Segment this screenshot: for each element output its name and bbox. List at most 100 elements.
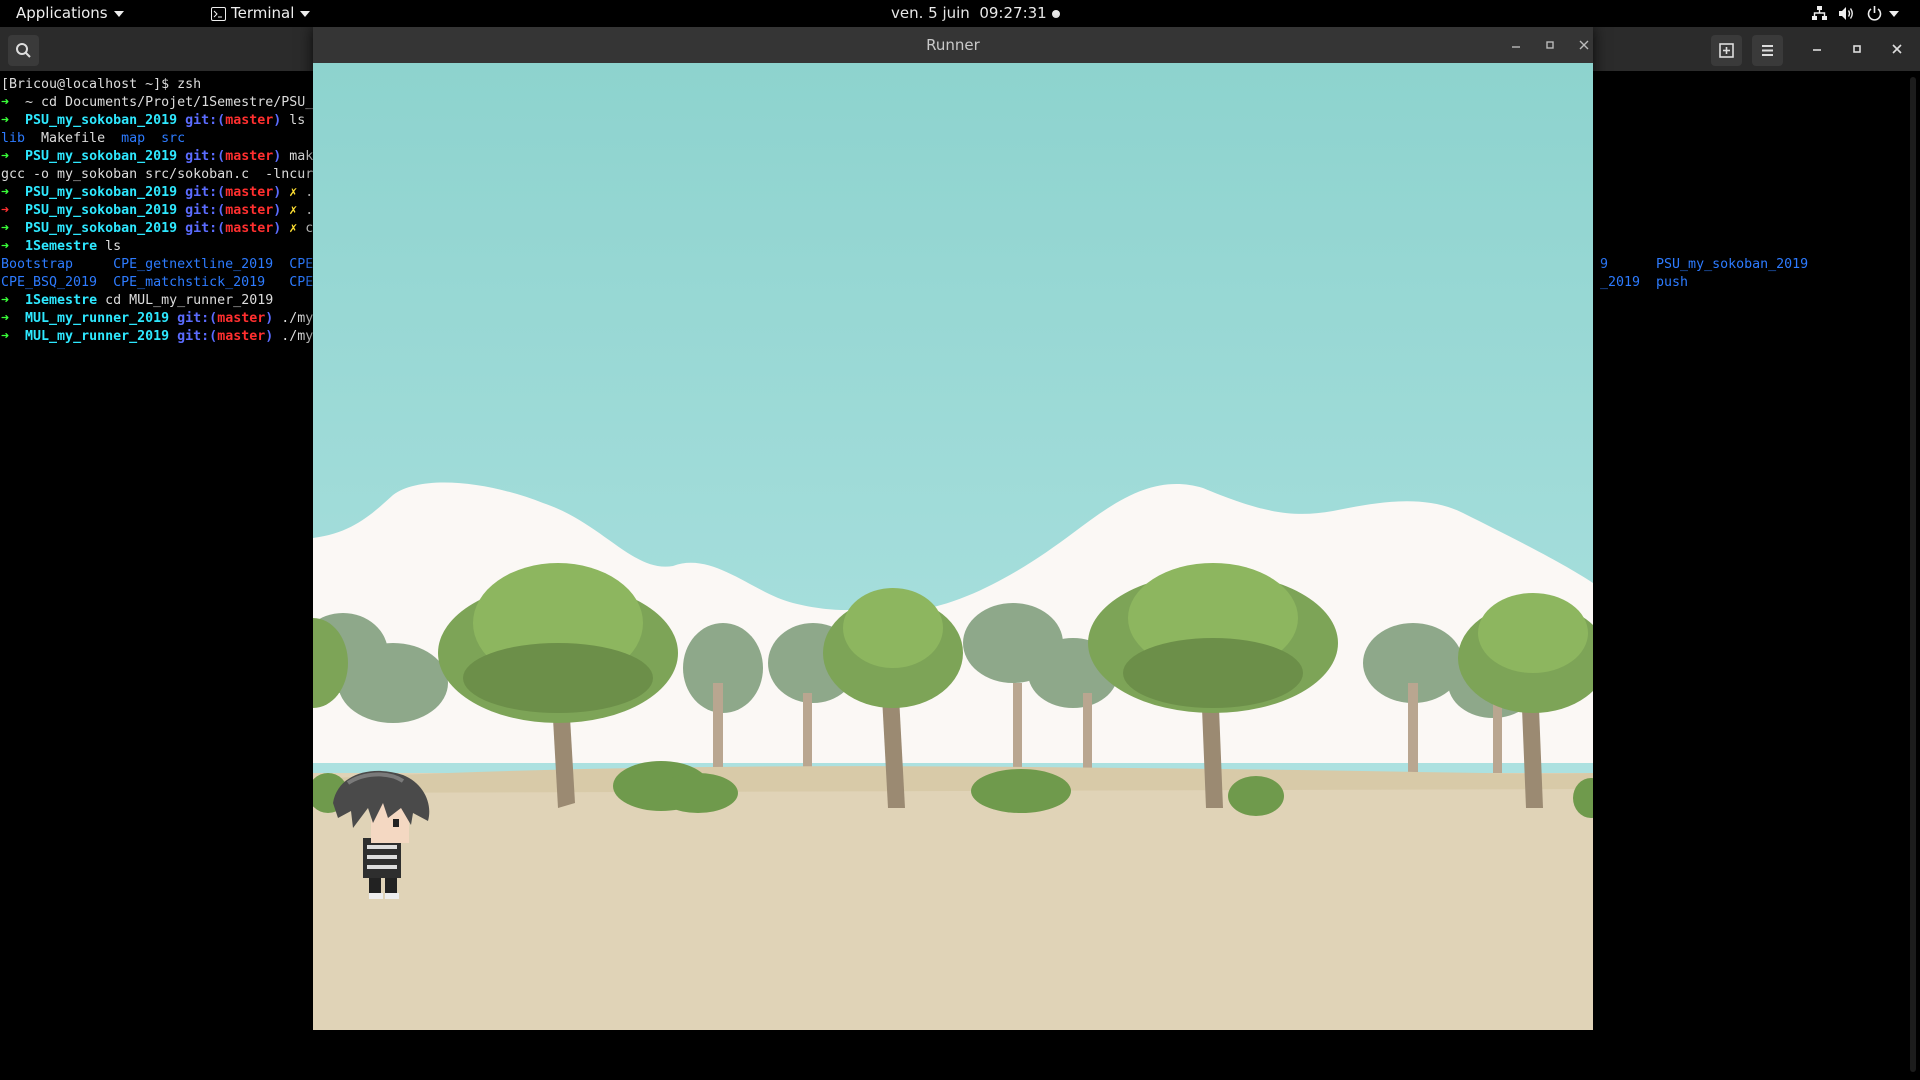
terminal-text-segment: master: [225, 185, 274, 200]
notification-dot-icon: [1051, 9, 1060, 18]
terminal-scrollbar[interactable]: [1910, 77, 1916, 1072]
volume-icon[interactable]: [1838, 5, 1855, 22]
terminal-line: Bootstrap CPE_getnextline_2019 CPE: [1, 256, 313, 274]
terminal-text-segment: CPE_BSQ_2019 CPE_matchstick_2019 CPE: [1, 275, 314, 290]
terminal-line: gcc -o my_sokoban src/sokoban.c -lncur: [1, 166, 313, 184]
terminal-text-segment: master: [217, 329, 266, 344]
network-icon[interactable]: [1811, 5, 1828, 22]
terminal-text-segment: ./my: [273, 329, 314, 344]
terminal-line: ➜ PSU_my_sokoban_2019 git:(master) ✗ .: [1, 202, 313, 220]
terminal-text-segment: PSU_my_sokoban_2019: [25, 149, 178, 164]
terminal-line: ➜ 1Semestre cd MUL_my_runner_2019: [1, 292, 273, 310]
terminal-text-segment: ➜: [1, 293, 26, 308]
terminal-text-segment: [Bricou@localhost ~]$ zsh: [1, 77, 202, 92]
terminal-text-segment: MUL_my_runner_2019: [25, 329, 170, 344]
terminal-text-segment: ➜: [1, 221, 26, 236]
chevron-down-icon: [113, 10, 124, 17]
hamburger-menu-button[interactable]: [1752, 35, 1783, 66]
search-button[interactable]: [8, 35, 39, 66]
terminal-text-segment: master: [225, 203, 274, 218]
clock[interactable]: ven. 5 juin 09:27:31: [891, 0, 1060, 27]
new-tab-button[interactable]: [1711, 35, 1742, 66]
terminal-text-segment: ~ cd Documents/Projet/1Semestre/PSU_: [25, 95, 314, 110]
terminal-line: ➜ MUL_my_runner_2019 git:(master) ./my: [1, 310, 313, 328]
maximize-icon: [1546, 41, 1554, 49]
terminal-text-segment: master: [225, 221, 274, 236]
terminal-maximize-button[interactable]: [1847, 39, 1867, 59]
terminal-text-segment: ➜: [1, 311, 26, 326]
terminal-close-button[interactable]: [1887, 39, 1907, 59]
runner-window-title: Runner: [926, 36, 980, 54]
terminal-text-segment: cd MUL_my_runner_2019: [97, 293, 274, 308]
terminal-text-segment: Makefile: [25, 131, 122, 146]
terminal-text-segment: git:(: [177, 113, 226, 128]
terminal-line: ➜ PSU_my_sokoban_2019 git:(master) ls: [1, 112, 305, 130]
applications-label: Applications: [16, 4, 108, 22]
terminal-line: lib Makefile map src: [1, 130, 185, 148]
terminal-text-segment: lib: [1, 131, 26, 146]
game-scene: [313, 63, 1593, 1030]
ground: [313, 773, 1593, 1030]
terminal-text-segment: map: [121, 131, 146, 146]
terminal-line: ➜ PSU_my_sokoban_2019 git:(master) mak: [1, 148, 313, 166]
hamburger-icon: [1762, 45, 1773, 56]
close-icon: [1579, 40, 1589, 50]
applications-menu[interactable]: Applications: [16, 0, 124, 27]
terminal-text-segment: ➜: [1, 239, 26, 254]
terminal-text-segment: ➜: [1, 185, 26, 200]
runner-close-button[interactable]: [1574, 35, 1594, 55]
clock-text: ven. 5 juin 09:27:31: [891, 4, 1047, 22]
minimize-icon: [1512, 46, 1520, 48]
terminal-text-segment: PSU_my_sokoban_2019: [25, 185, 178, 200]
terminal-text-segment: ➜: [1, 203, 26, 218]
terminal-label: Terminal: [231, 4, 295, 22]
runner-maximize-button[interactable]: [1540, 35, 1560, 55]
terminal-text-segment: ➜: [1, 95, 26, 110]
terminal-text-segment: mak: [281, 149, 314, 164]
terminal-line: ➜ MUL_my_runner_2019 git:(master) ./my: [1, 328, 313, 346]
terminal-text-segment: ✗: [281, 221, 306, 236]
terminal-text-segment: ls: [281, 113, 306, 128]
terminal-text-segment: 1Semestre: [25, 293, 98, 308]
terminal-text-segment: src: [161, 131, 186, 146]
power-icon: [1867, 6, 1882, 21]
terminal-text-segment: git:(: [169, 311, 218, 326]
new-tab-icon: [1719, 43, 1734, 58]
runner-minimize-button[interactable]: [1506, 35, 1526, 55]
terminal-text-segment: git:(: [177, 149, 226, 164]
terminal-text-segment: ➜: [1, 329, 26, 344]
terminal-text-segment: PSU_my_sokoban_2019: [25, 221, 178, 236]
terminal-text-segment: master: [225, 113, 274, 128]
terminal-text-segment: ➜: [1, 149, 26, 164]
terminal-text-segment: ✗: [281, 203, 306, 218]
terminal-app-menu[interactable]: Terminal: [211, 0, 311, 27]
terminal-line: [Bricou@localhost ~]$ zsh: [1, 76, 201, 94]
terminal-text-segment: MUL_my_runner_2019: [25, 311, 170, 326]
terminal-line: ➜ PSU_my_sokoban_2019 git:(master) ✗ .: [1, 184, 313, 202]
terminal-text-segment: gcc -o my_sokoban src/sokoban.c -lncur: [1, 167, 314, 182]
game-canvas[interactable]: [313, 63, 1593, 1030]
terminal-text-segment: Bootstrap CPE_getnextline_2019 CPE: [1, 257, 314, 272]
terminal-text-segment: ./my: [273, 311, 314, 326]
close-icon: [1892, 44, 1902, 54]
runner-window[interactable]: Runner: [313, 27, 1593, 1030]
terminal-minimize-button[interactable]: [1807, 39, 1827, 59]
terminal-text-segment: git:(: [177, 221, 226, 236]
terminal-text-segment: master: [217, 311, 266, 326]
top-bar: Applications Terminal ven. 5 juin 09:27:…: [0, 0, 1920, 27]
search-icon: [16, 43, 31, 58]
terminal-icon: [211, 6, 226, 21]
terminal-line: ➜ ~ cd Documents/Projet/1Semestre/PSU_: [1, 94, 313, 112]
power-menu[interactable]: [1866, 0, 1899, 27]
terminal-text-segment: 1Semestre: [25, 239, 98, 254]
chevron-down-icon: [1889, 10, 1899, 17]
terminal-line-fragment: _2019 push: [1600, 275, 1689, 290]
runner-titlebar[interactable]: Runner: [313, 27, 1593, 63]
terminal-text-segment: git:(: [169, 329, 218, 344]
maximize-icon: [1853, 45, 1861, 53]
terminal-line: ➜ 1Semestre ls: [1, 238, 121, 256]
terminal-text-segment: ✗: [281, 185, 306, 200]
terminal-text-segment: PSU_my_sokoban_2019: [25, 203, 178, 218]
terminal-line: ➜ PSU_my_sokoban_2019 git:(master) ✗ c: [1, 220, 313, 238]
